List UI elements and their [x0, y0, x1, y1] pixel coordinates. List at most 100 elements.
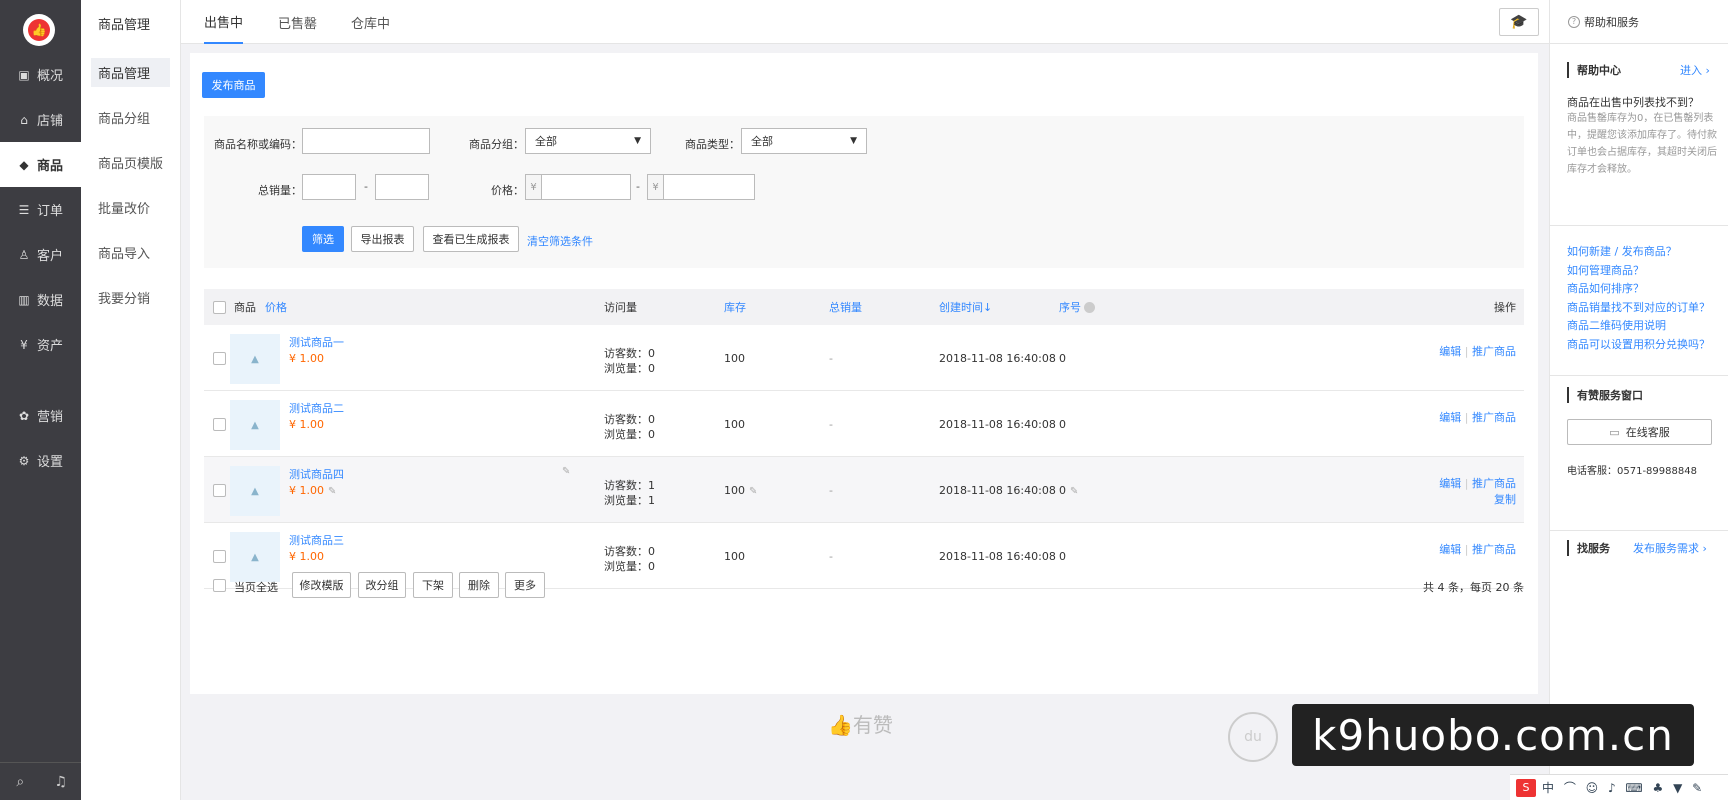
col-stock-sort[interactable]: 库存 [724, 289, 746, 325]
youzan-logo[interactable]: 👍 [23, 14, 55, 46]
price-min-input[interactable] [541, 174, 631, 200]
promote-link[interactable]: 推广商品 [1472, 345, 1516, 358]
thumbs-up-icon: 👍 [828, 713, 853, 737]
ime-tools: 中 ⌒ ☺ ♪ ⌨ ♣ ▼ ✎ [1542, 781, 1706, 795]
product-name-link[interactable]: 测试商品四 [289, 466, 344, 482]
product-price-value: ¥ 1.00 [289, 484, 324, 497]
divider [1550, 530, 1728, 531]
promote-link[interactable]: 推广商品 [1472, 411, 1516, 424]
clear-filter-link[interactable]: 清空筛选条件 [527, 233, 593, 249]
find-service-title: 找服务 [1567, 540, 1610, 556]
promote-link[interactable]: 推广商品 [1472, 477, 1516, 490]
baidu-paw-icon: du [1228, 712, 1278, 762]
sales-min-input[interactable] [302, 174, 356, 200]
col-order-sort[interactable]: 序号 [1059, 289, 1095, 325]
name-filter-input[interactable] [302, 128, 430, 154]
change-template-button[interactable]: 修改模版 [292, 572, 351, 598]
edit-link[interactable]: 编辑 [1439, 345, 1461, 358]
edit-name-icon[interactable]: ✎ [562, 466, 570, 477]
app-root: 👍 ▣ 概况 ⌂ 店铺 ◆ 商品 ☰ 订单 ♙ 客户 ▥ 数据 ¥ 资产 ✿ 营销 ⚙ 设置 ⌕ ♫ 商品管理 商… [0, 0, 1728, 800]
row-checkbox[interactable] [213, 484, 226, 497]
type-filter-select[interactable]: 全部 ▼ [741, 128, 867, 154]
col-sales-sort[interactable]: 总销量 [829, 289, 862, 325]
filter-panel: 商品名称或编码： 商品分组： 全部 ▼ 商品类型： 全部 ▼ 总销量： - 价格： … [204, 116, 1524, 268]
edit-link[interactable]: 编辑 [1439, 543, 1461, 556]
sidebar-item-3[interactable]: ☰ 订单 [0, 187, 81, 232]
sales-max-input[interactable] [375, 174, 429, 200]
online-service-label: 在线客服 [1625, 426, 1670, 439]
tab-warehouse[interactable]: 仓库中 [351, 0, 390, 44]
stock-value: 100 [724, 352, 745, 365]
caret-down-icon: ▼ [850, 136, 857, 146]
sidebar-item-8[interactable]: ⚙ 设置 [0, 438, 81, 483]
help-circle-icon[interactable] [1084, 301, 1095, 313]
tab-sold-out[interactable]: 已售罄 [278, 0, 317, 44]
publish-product-button[interactable]: 发布商品 [202, 72, 265, 98]
change-group-button[interactable]: 改分组 [358, 572, 406, 598]
bulk-action-bar: 当页全选 修改模版 改分组 下架 删除 更多 共 4 条，每页 20 条 [204, 565, 1524, 605]
sidebar-item-4[interactable]: ♙ 客户 [0, 232, 81, 277]
type-filter-value: 全部 [751, 135, 773, 148]
help-link[interactable]: 商品二维码使用说明 [1567, 317, 1666, 333]
copy-link[interactable]: 复制 [1494, 493, 1516, 506]
sidebar-item-5[interactable]: ▥ 数据 [0, 277, 81, 322]
help-center-enter-link[interactable]: 进入 › [1680, 62, 1710, 78]
product-price-value: ¥ 1.00 [289, 550, 324, 563]
edit-price-icon[interactable]: ✎ [328, 486, 336, 497]
sidebar-item-1[interactable]: ⌂ 店铺 [0, 97, 81, 142]
sidebar-item-2[interactable]: ◆ 商品 [0, 142, 81, 187]
help-question-body: 商品售罄库存为0，在已售罄列表中，提醒您该添加库存了。待付款订单也会占据库存，其… [1567, 113, 1717, 175]
subnav-item-product-manage[interactable]: 商品管理 [91, 58, 170, 87]
search-icon[interactable]: ⌕ [0, 763, 41, 800]
product-name-link[interactable]: 测试商品二 [289, 400, 344, 416]
more-button[interactable]: 更多 [505, 572, 545, 598]
product-name-link[interactable]: 测试商品三 [289, 532, 344, 548]
help-link[interactable]: 如何新建 / 发布商品？ [1567, 243, 1677, 259]
help-link[interactable]: 商品可以设置用积分兑换吗？ [1567, 336, 1710, 352]
tab-on-sale[interactable]: 出售中 [204, 0, 244, 44]
select-page-checkbox[interactable] [213, 579, 226, 592]
product-thumbnail[interactable]: ▲ [230, 334, 280, 384]
view-reports-button[interactable]: 查看已生成报表 [423, 226, 519, 252]
chat-icon: ▭ [1609, 425, 1620, 439]
price-max-input[interactable] [663, 174, 755, 200]
export-report-button[interactable]: 导出报表 [351, 226, 414, 252]
help-panel-header: ? 帮助和服务 [1550, 0, 1728, 44]
edit-link[interactable]: 编辑 [1439, 477, 1461, 490]
row-checkbox[interactable] [213, 550, 226, 563]
product-thumbnail[interactable]: ▲ [230, 400, 280, 450]
row-checkbox[interactable] [213, 418, 226, 431]
delete-button[interactable]: 删除 [459, 572, 499, 598]
select-page-label: 当页全选 [234, 581, 278, 594]
group-filter-select[interactable]: 全部 ▼ [525, 128, 651, 154]
promote-link[interactable]: 推广商品 [1472, 543, 1516, 556]
edit-link[interactable]: 编辑 [1439, 411, 1461, 424]
graduation-cap-icon[interactable]: 🎓 [1499, 8, 1539, 36]
col-price-sort[interactable]: 价格 [265, 289, 287, 325]
unlist-button[interactable]: 下架 [413, 572, 453, 598]
product-thumbnail[interactable]: ▲ [230, 466, 280, 516]
help-link[interactable]: 商品如何排序？ [1567, 280, 1644, 296]
store-icon: ⌂ [20, 112, 28, 127]
row-checkbox[interactable] [213, 352, 226, 365]
sidebar-item-0[interactable]: ▣ 概况 [0, 52, 81, 97]
sub-navigation: 商品管理 商品管理 商品分组 商品页模版 批量改价 商品导入 我要分销 [81, 0, 181, 800]
divider [1550, 375, 1728, 376]
edit-stock-icon[interactable]: ✎ [749, 486, 757, 497]
product-name-link[interactable]: 测试商品一 [289, 334, 344, 350]
help-link[interactable]: 商品销量找不到对应的订单？ [1567, 299, 1710, 315]
visitor-count: 访客数：0 [604, 545, 655, 558]
publish-need-link[interactable]: 发布服务需求 › [1633, 540, 1707, 556]
sidebar-item-6[interactable]: ¥ 资产 [0, 322, 81, 367]
filter-button[interactable]: 筛选 [302, 226, 344, 252]
col-created-sort[interactable]: 创建时间↓ [939, 289, 992, 325]
edit-order-icon[interactable]: ✎ [1070, 486, 1078, 497]
help-link[interactable]: 如何管理商品？ [1567, 262, 1644, 278]
select-all-checkbox[interactable] [213, 301, 226, 314]
table-header: 商品 价格 访问量 库存 总销量 创建时间↓ 序号 操作 [204, 289, 1524, 325]
bell-icon[interactable]: ♫ [41, 763, 82, 800]
ime-toolbar[interactable]: S 中 ⌒ ☺ ♪ ⌨ ♣ ▼ ✎ [1510, 774, 1728, 800]
sidebar-item-7[interactable]: ✿ 营销 [0, 393, 81, 438]
order-icon: ☰ [18, 202, 30, 217]
online-service-button[interactable]: ▭ 在线客服 [1567, 419, 1712, 445]
